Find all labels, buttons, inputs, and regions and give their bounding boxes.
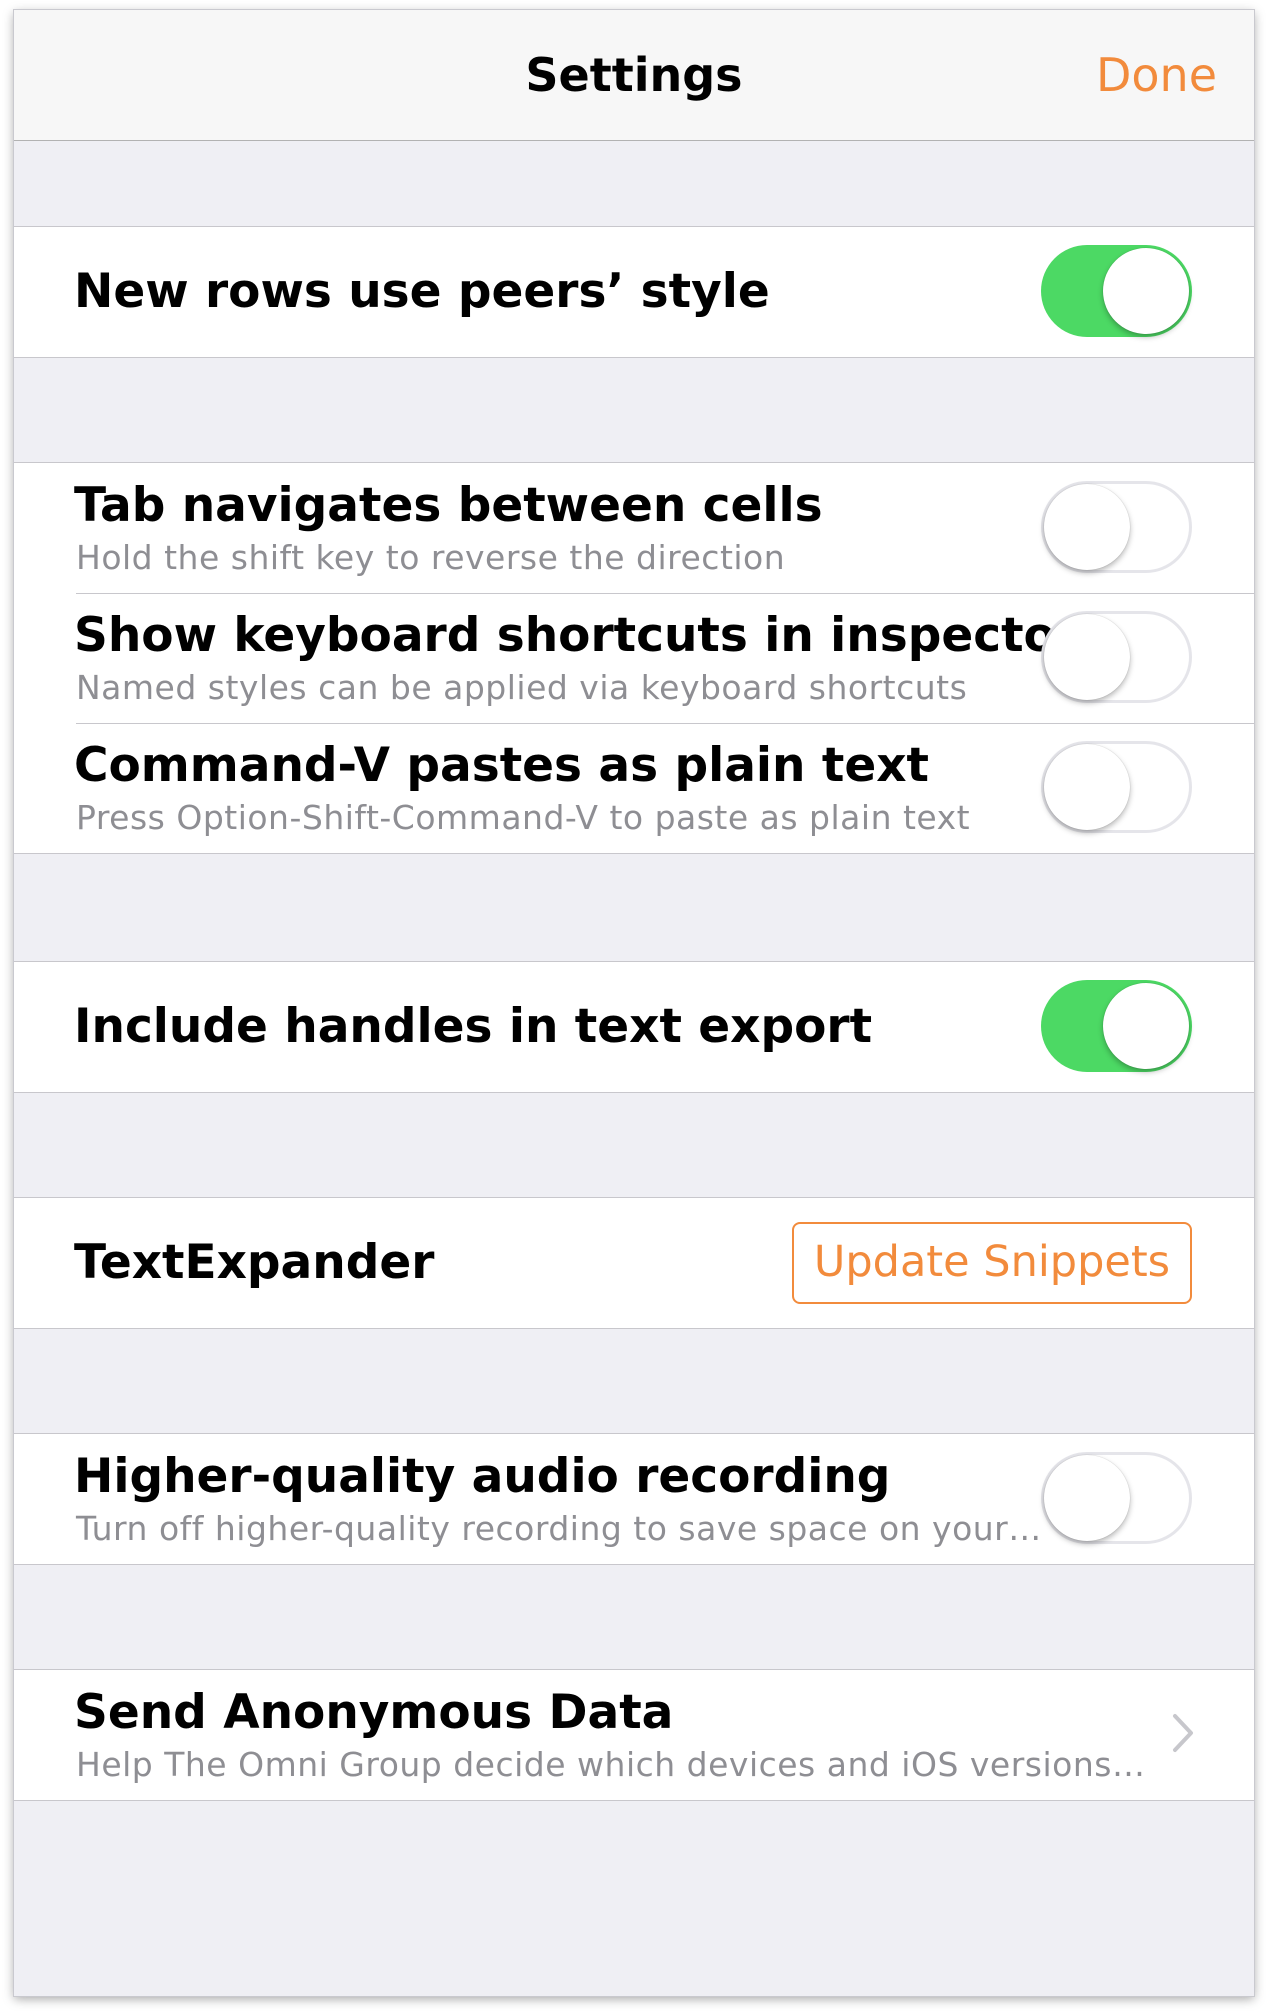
setting-title: Send Anonymous Data [74, 1685, 674, 1740]
settings-group-textexpander: TextExpander Update Snippets [14, 1197, 1254, 1329]
toggle-knob [1044, 1455, 1130, 1541]
page-title: Settings [525, 48, 743, 102]
setting-subtitle: Named styles can be applied via keyboard… [76, 668, 968, 707]
setting-title: Tab navigates between cells [74, 478, 823, 533]
toggle-knob [1103, 248, 1189, 334]
setting-row-tab-navigates: Tab navigates between cells Hold the shi… [14, 463, 1254, 593]
setting-title: New rows use peers’ style [74, 264, 770, 319]
setting-row-anonymous-data[interactable]: Send Anonymous Data Help The Omni Group … [14, 1670, 1254, 1800]
setting-row-keyboard-shortcuts: Show keyboard shortcuts in inspectors Na… [14, 593, 1254, 723]
setting-title: Show keyboard shortcuts in inspectors [74, 608, 1107, 663]
setting-title: TextExpander [74, 1235, 435, 1290]
command-v-plain-toggle[interactable] [1041, 741, 1192, 833]
toggle-knob [1103, 983, 1189, 1069]
settings-window: Settings Done New rows use peers’ style … [14, 10, 1254, 1996]
settings-group-audio: Higher-quality audio recording Turn off … [14, 1433, 1254, 1565]
toggle-knob [1044, 744, 1130, 830]
setting-row-textexpander: TextExpander Update Snippets [14, 1198, 1254, 1328]
include-handles-toggle[interactable] [1041, 980, 1192, 1072]
update-snippets-button[interactable]: Update Snippets [792, 1222, 1192, 1304]
new-rows-peers-style-toggle[interactable] [1041, 245, 1192, 337]
setting-title: Command-V pastes as plain text [74, 738, 929, 793]
setting-title: Include handles in text export [74, 999, 873, 1054]
setting-subtitle: Hold the shift key to reverse the direct… [76, 538, 786, 577]
setting-row-new-rows-peers-style: New rows use peers’ style [14, 227, 1254, 357]
navigation-bar: Settings Done [14, 10, 1254, 141]
toggle-knob [1044, 614, 1130, 700]
setting-subtitle: Press Option-Shift-Command-V to paste as… [76, 798, 971, 837]
settings-group-styles: New rows use peers’ style [14, 226, 1254, 358]
setting-row-command-v-plain: Command-V pastes as plain text Press Opt… [14, 723, 1254, 853]
tab-navigates-toggle[interactable] [1041, 481, 1192, 573]
done-button[interactable]: Done [1096, 48, 1217, 102]
settings-group-privacy: Send Anonymous Data Help The Omni Group … [14, 1669, 1254, 1801]
settings-group-export: Include handles in text export [14, 961, 1254, 1093]
setting-subtitle: Turn off higher-quality recording to sav… [76, 1509, 1042, 1548]
setting-row-audio-quality: Higher-quality audio recording Turn off … [14, 1434, 1254, 1564]
setting-title: Higher-quality audio recording [74, 1449, 891, 1504]
audio-quality-toggle[interactable] [1041, 1452, 1192, 1544]
setting-row-include-handles: Include handles in text export [14, 962, 1254, 1092]
settings-group-keyboard: Tab navigates between cells Hold the shi… [14, 462, 1254, 854]
keyboard-shortcuts-toggle[interactable] [1041, 611, 1192, 703]
chevron-right-icon [1173, 1714, 1193, 1752]
toggle-knob [1044, 484, 1130, 570]
setting-subtitle: Help The Omni Group decide which devices… [76, 1745, 1146, 1784]
